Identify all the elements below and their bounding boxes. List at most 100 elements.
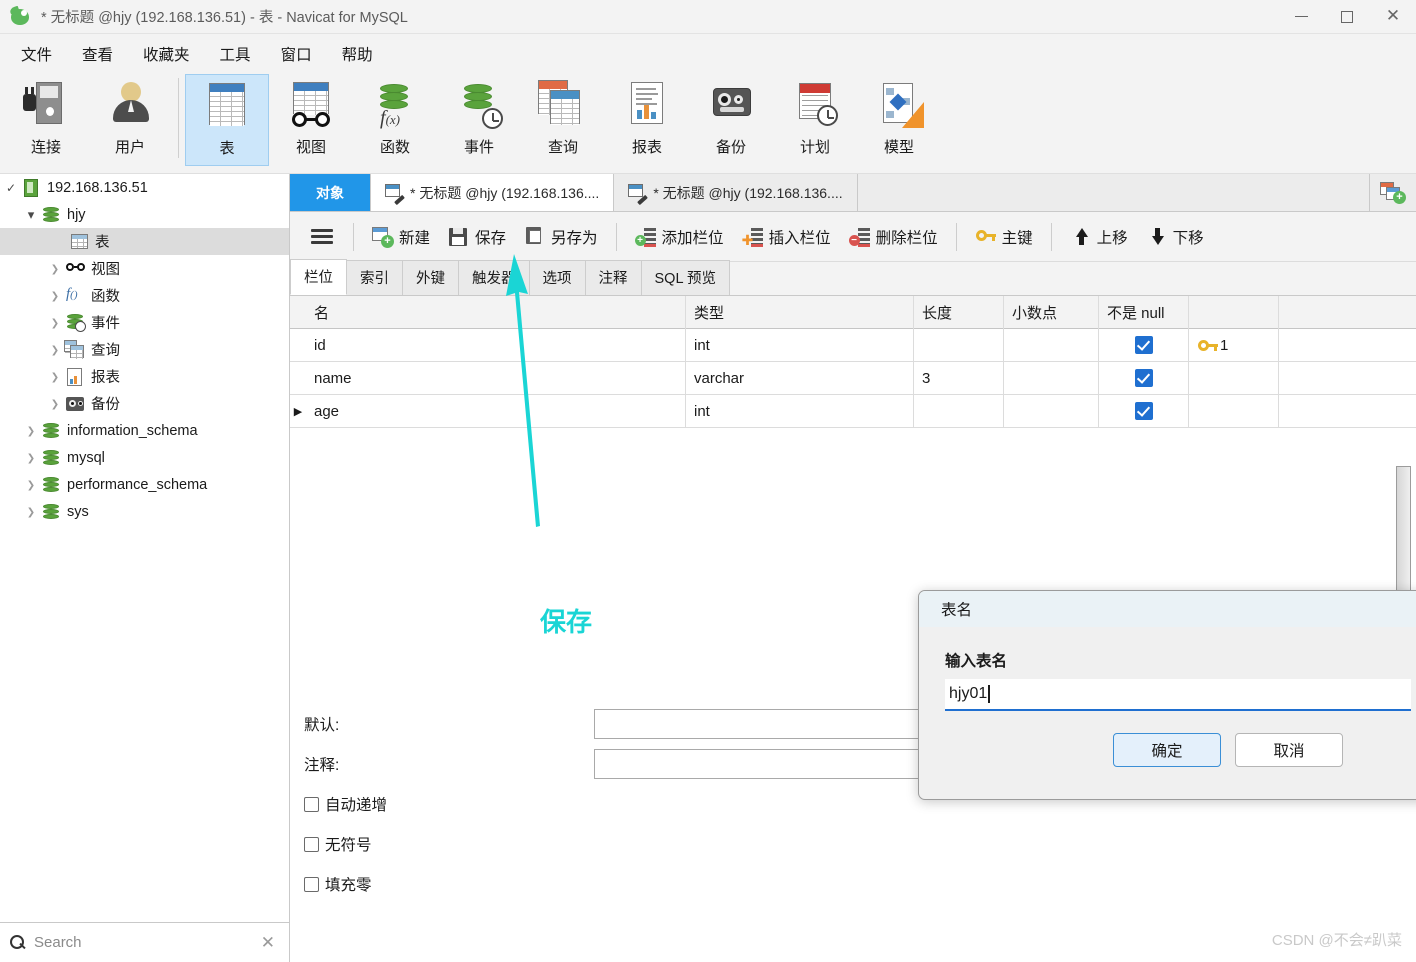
sidebar-item-functions[interactable]: f() 函数 bbox=[0, 282, 289, 309]
toolbar-table[interactable]: 表 bbox=[185, 74, 269, 166]
cancel-button[interactable]: 取消 bbox=[1235, 733, 1343, 767]
maximize-button[interactable] bbox=[1324, 0, 1370, 34]
field-length[interactable] bbox=[914, 394, 1004, 428]
chevron-right-icon[interactable] bbox=[22, 425, 40, 437]
field-type[interactable]: varchar bbox=[686, 361, 914, 395]
sidebar-item-views[interactable]: 视图 bbox=[0, 255, 289, 282]
primary-key-button[interactable]: 主键 bbox=[966, 221, 1042, 253]
sidebar-tree[interactable]: 192.168.136.51 hjy 表 视图 f() 函数 bbox=[0, 174, 290, 922]
menu-item-view[interactable]: 查看 bbox=[67, 39, 128, 69]
field-primary-key[interactable] bbox=[1189, 361, 1279, 395]
subtab-foreign-keys[interactable]: 外键 bbox=[402, 260, 459, 295]
chevron-right-icon[interactable] bbox=[46, 371, 64, 383]
menu-item-favorites[interactable]: 收藏夹 bbox=[128, 39, 205, 69]
chevron-right-icon[interactable] bbox=[46, 344, 64, 356]
toolbar-function[interactable]: f(x) 函数 bbox=[353, 74, 437, 166]
close-button[interactable]: ✕ bbox=[1370, 0, 1416, 34]
toolbar-connection[interactable]: 连接 bbox=[4, 74, 88, 166]
sidebar-item-server[interactable]: 192.168.136.51 bbox=[0, 174, 289, 201]
move-down-button[interactable]: 下移 bbox=[1137, 221, 1213, 253]
subtab-comment[interactable]: 注释 bbox=[584, 260, 642, 295]
unsigned-row[interactable]: 无符号 bbox=[290, 824, 1416, 864]
sidebar-item-mysql[interactable]: mysql bbox=[0, 444, 289, 471]
toolbar-query[interactable]: 查询 bbox=[521, 74, 605, 166]
field-type[interactable]: int bbox=[686, 394, 914, 428]
toolbar-report[interactable]: 报表 bbox=[605, 74, 689, 166]
grid-header-not-null[interactable]: 不是 null bbox=[1099, 295, 1189, 329]
ok-button[interactable]: 确定 bbox=[1113, 733, 1221, 767]
field-not-null-checkbox[interactable] bbox=[1099, 361, 1189, 395]
toolbar-event[interactable]: 事件 bbox=[437, 74, 521, 166]
zerofill-checkbox[interactable] bbox=[304, 876, 319, 892]
subtab-fields[interactable]: 栏位 bbox=[290, 259, 347, 295]
zerofill-row[interactable]: 填充零 bbox=[290, 864, 1416, 904]
field-decimals[interactable] bbox=[1004, 328, 1099, 362]
sidebar-item-information-schema[interactable]: information_schema bbox=[0, 417, 289, 444]
tab-table-designer-2[interactable]: * 无标题 @hjy (192.168.136.... bbox=[614, 174, 858, 211]
tab-table-designer-1[interactable]: * 无标题 @hjy (192.168.136.... bbox=[371, 174, 615, 211]
minimize-button[interactable] bbox=[1278, 0, 1324, 34]
sidebar-item-hjy[interactable]: hjy bbox=[0, 201, 289, 228]
toolbar-user[interactable]: 用户 bbox=[88, 74, 172, 166]
field-type[interactable]: int bbox=[686, 328, 914, 362]
insert-column-button[interactable]: ✚ 插入栏位 bbox=[733, 221, 840, 253]
subtab-triggers[interactable]: 触发器 bbox=[458, 260, 530, 295]
field-name[interactable]: age bbox=[306, 394, 686, 428]
subtab-options[interactable]: 选项 bbox=[528, 260, 586, 295]
field-decimals[interactable] bbox=[1004, 394, 1099, 428]
field-decimals[interactable] bbox=[1004, 361, 1099, 395]
table-row[interactable]: name varchar 3 bbox=[290, 361, 1416, 395]
table-name-input[interactable]: hjy01 bbox=[945, 679, 1411, 711]
toolbar-view[interactable]: 视图 bbox=[269, 74, 353, 166]
chevron-right-icon[interactable] bbox=[22, 479, 40, 491]
grid-header-decimals[interactable]: 小数点 bbox=[1004, 295, 1099, 329]
menu-item-file[interactable]: 文件 bbox=[6, 39, 67, 69]
add-column-button[interactable]: + 添加栏位 bbox=[626, 221, 733, 253]
chevron-right-icon[interactable] bbox=[22, 452, 40, 464]
grid-header-name[interactable]: 名 bbox=[306, 295, 686, 329]
sidebar-item-queries[interactable]: 查询 bbox=[0, 336, 289, 363]
comment-input[interactable] bbox=[594, 749, 924, 779]
chevron-right-icon[interactable] bbox=[46, 398, 64, 410]
table-row[interactable]: id int 1 bbox=[290, 328, 1416, 362]
hamburger-menu-button[interactable] bbox=[300, 222, 344, 252]
unsigned-checkbox[interactable] bbox=[304, 836, 319, 852]
chevron-right-icon[interactable] bbox=[46, 290, 64, 302]
menu-item-help[interactable]: 帮助 bbox=[327, 39, 388, 69]
sidebar-item-tables[interactable]: 表 bbox=[0, 228, 289, 255]
chevron-right-icon[interactable] bbox=[46, 317, 64, 329]
tab-objects[interactable]: 对象 bbox=[290, 174, 371, 211]
grid-header-length[interactable]: 长度 bbox=[914, 295, 1004, 329]
move-up-button[interactable]: 上移 bbox=[1061, 221, 1137, 253]
chevron-right-icon[interactable] bbox=[22, 506, 40, 518]
default-input[interactable] bbox=[594, 709, 924, 739]
menu-item-tools[interactable]: 工具 bbox=[205, 39, 266, 69]
sidebar-item-reports[interactable]: 报表 bbox=[0, 363, 289, 390]
add-tab-button[interactable]: + bbox=[1370, 174, 1416, 211]
auto-increment-checkbox[interactable] bbox=[304, 796, 319, 812]
field-length[interactable] bbox=[914, 328, 1004, 362]
sidebar-search[interactable]: Search ✕ bbox=[0, 922, 290, 962]
table-row[interactable]: ▶ age int bbox=[290, 394, 1416, 428]
field-length[interactable]: 3 bbox=[914, 361, 1004, 395]
save-as-button[interactable]: 另存为 bbox=[515, 221, 607, 253]
toolbar-backup[interactable]: 备份 bbox=[689, 74, 773, 166]
chevron-down-icon[interactable] bbox=[22, 207, 40, 223]
toolbar-schedule[interactable]: 计划 bbox=[773, 74, 857, 166]
sidebar-item-events[interactable]: 事件 bbox=[0, 309, 289, 336]
clear-icon[interactable]: ✕ bbox=[257, 933, 279, 953]
sidebar-item-sys[interactable]: sys bbox=[0, 498, 289, 525]
save-button[interactable]: 保存 bbox=[439, 221, 515, 253]
field-primary-key[interactable]: 1 bbox=[1189, 328, 1279, 362]
search-input[interactable]: Search bbox=[34, 934, 257, 951]
grid-header-type[interactable]: 类型 bbox=[686, 295, 914, 329]
grid-header-key[interactable] bbox=[1189, 295, 1279, 329]
field-name[interactable]: name bbox=[306, 361, 686, 395]
sidebar-item-backups[interactable]: 备份 bbox=[0, 390, 289, 417]
chevron-right-icon[interactable] bbox=[46, 263, 64, 275]
field-primary-key[interactable] bbox=[1189, 394, 1279, 428]
subtab-indexes[interactable]: 索引 bbox=[346, 260, 403, 295]
sidebar-item-performance-schema[interactable]: performance_schema bbox=[0, 471, 289, 498]
toolbar-model[interactable]: 模型 bbox=[857, 74, 941, 166]
field-not-null-checkbox[interactable] bbox=[1099, 394, 1189, 428]
